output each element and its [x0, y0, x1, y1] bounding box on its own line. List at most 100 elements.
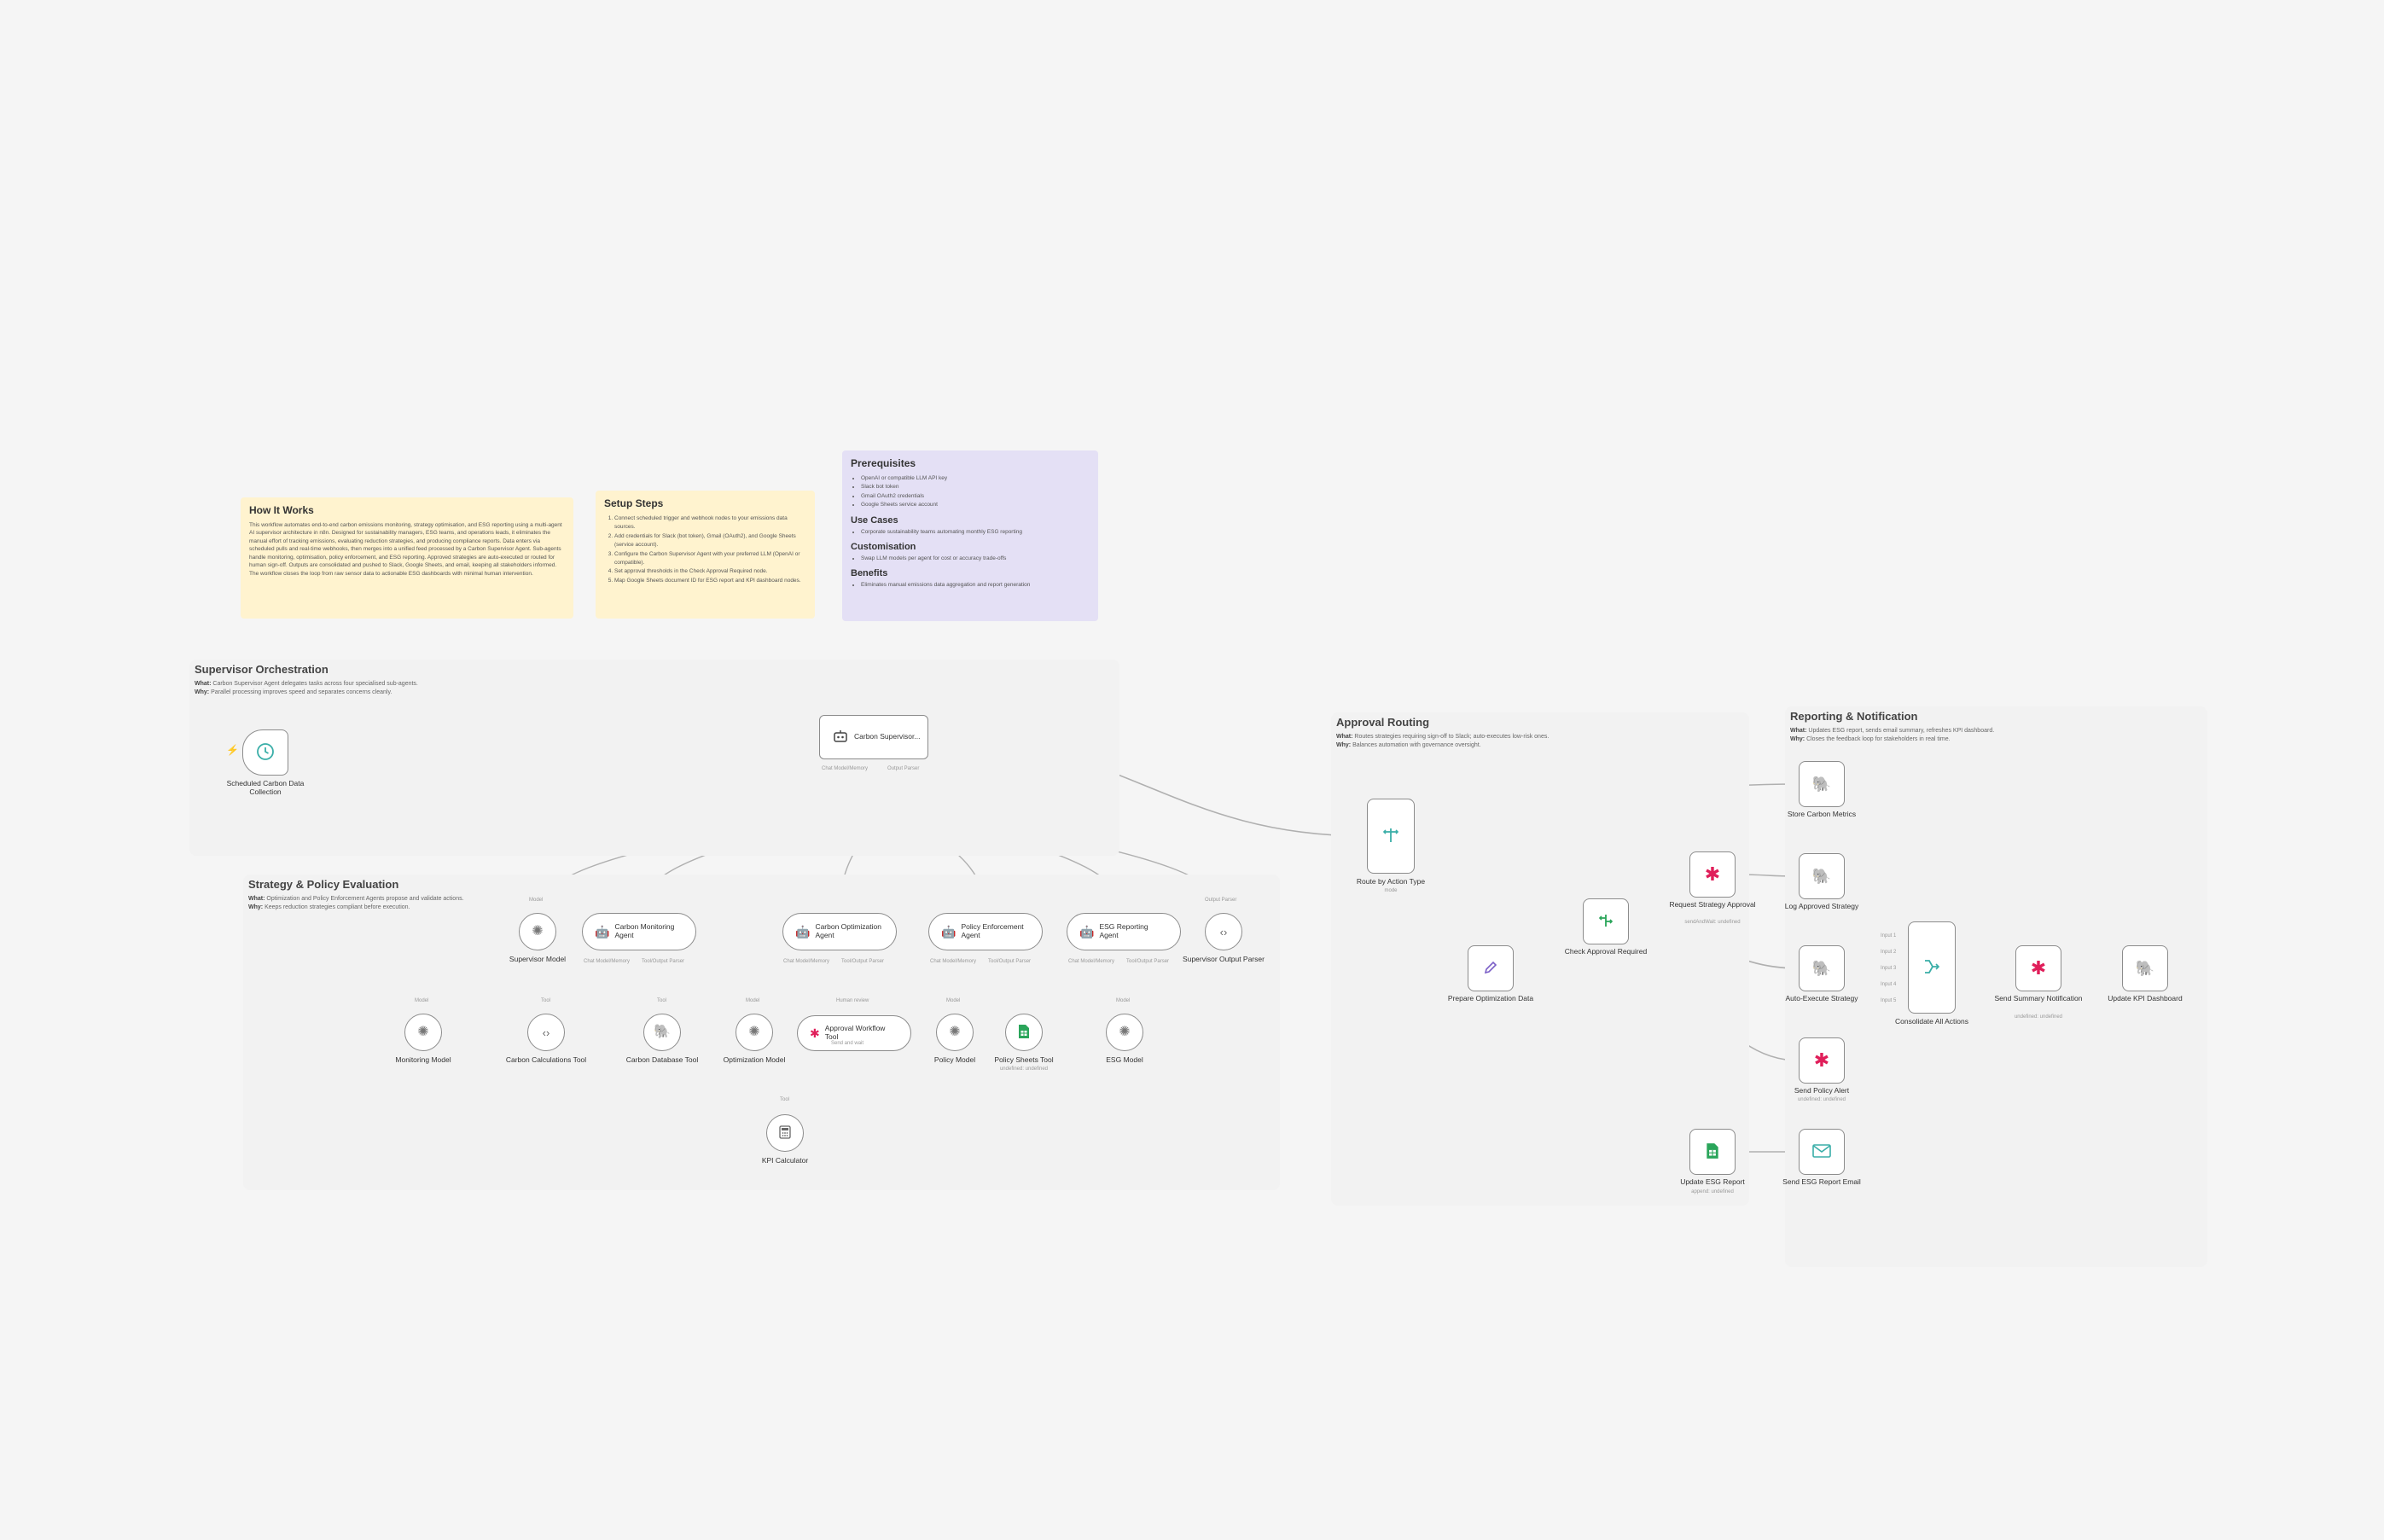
node-label: ESG Model — [1106, 1055, 1143, 1064]
node-title: Carbon Supervisor... — [854, 732, 921, 741]
node-send-policy-alert[interactable]: ✱ — [1799, 1037, 1845, 1084]
node-subtitle: undefined: undefined — [1797, 1097, 1846, 1102]
note-title: How It Works — [249, 504, 314, 516]
node-label: Consolidate All Actions — [1895, 1017, 1968, 1026]
node-label: Carbon Database Tool — [625, 1055, 699, 1064]
node-prepare-optimization-data[interactable] — [1468, 945, 1514, 991]
port-label: Model — [946, 998, 961, 1003]
node-label: Optimization Model — [723, 1055, 786, 1064]
node-carbon-calculations-tool[interactable]: ‹› — [527, 1014, 565, 1051]
port-label: Input 5 — [1881, 998, 1897, 1003]
port-label: Input 2 — [1881, 950, 1897, 955]
node-carbon-optimization-agent[interactable]: 🤖 Carbon Optimization Agent — [782, 913, 897, 950]
robot-icon: 🤖 — [795, 925, 811, 939]
note-how-it-works[interactable]: How It Works This workflow automates end… — [241, 497, 573, 619]
openai-icon: ✺ — [532, 924, 544, 939]
port-label: Output Parser — [887, 766, 920, 771]
port-label: Chat Model/Memory — [783, 959, 830, 964]
if-branch-icon — [1597, 912, 1614, 932]
node-policy-sheets-tool[interactable] — [1005, 1014, 1043, 1051]
node-send-esg-report-email[interactable] — [1799, 1129, 1845, 1175]
node-carbon-monitoring-agent[interactable]: 🤖 Carbon Monitoring Agent — [582, 913, 696, 950]
node-carbon-supervisor[interactable]: Carbon Supervisor... — [819, 715, 928, 759]
port-label: Tool/Output Parser — [642, 959, 685, 964]
section-what: Routes strategies requiring sign-off to … — [1354, 734, 1550, 740]
node-title: Carbon Monitoring Agent — [614, 922, 675, 939]
port-label: Input 4 — [1881, 982, 1897, 987]
node-scheduled-trigger[interactable] — [242, 729, 288, 776]
customisation-title: Customisation — [851, 541, 916, 552]
node-update-kpi-dashboard[interactable]: 🐘 — [2122, 945, 2168, 991]
node-log-approved-strategy[interactable]: 🐘 — [1799, 853, 1845, 899]
node-esg-model[interactable]: ✺ — [1106, 1014, 1143, 1051]
node-label: Supervisor Model — [509, 955, 567, 963]
node-supervisor-model[interactable]: ✺ — [519, 913, 556, 950]
node-request-strategy-approval[interactable]: ✱ — [1689, 851, 1736, 898]
robot-icon: 🤖 — [1079, 925, 1095, 939]
node-store-carbon-metrics[interactable]: 🐘 — [1799, 761, 1845, 807]
port-label: Tool — [780, 1097, 790, 1102]
node-label: Prepare Optimization Data — [1447, 994, 1534, 1002]
node-policy-enforcement-agent[interactable]: 🤖 Policy Enforcement Agent — [928, 913, 1043, 950]
node-label: Supervisor Output Parser — [1183, 955, 1265, 963]
node-label: Update KPI Dashboard — [2108, 994, 2183, 1002]
section-approval-routing: Approval Routing What: Routes strategies… — [1331, 712, 1749, 1206]
node-supervisor-output-parser[interactable]: ‹› — [1205, 913, 1242, 950]
node-optimization-model[interactable]: ✺ — [736, 1014, 773, 1051]
use-cases-title: Use Cases — [851, 514, 898, 526]
node-title: Carbon Optimization Agent — [815, 922, 881, 939]
port-label: Tool — [541, 998, 551, 1003]
node-monitoring-model[interactable]: ✺ — [404, 1014, 442, 1051]
note-prerequisites[interactable]: Prerequisites OpenAI or compatible LLM A… — [842, 450, 1098, 621]
node-label: Route by Action Type — [1356, 877, 1426, 886]
node-carbon-database-tool[interactable]: 🐘 — [643, 1014, 681, 1051]
node-auto-execute-strategy[interactable]: 🐘 — [1799, 945, 1845, 991]
node-label: Store Carbon Metrics — [1787, 810, 1857, 818]
section-what: Optimization and Policy Enforcement Agen… — [266, 896, 464, 902]
openai-icon: ✺ — [417, 1025, 429, 1039]
node-label: Carbon Calculations Tool — [505, 1055, 587, 1064]
note-setup-steps[interactable]: Setup Steps Connect scheduled trigger an… — [596, 491, 815, 619]
node-update-esg-report[interactable] — [1689, 1129, 1736, 1175]
section-title: Strategy & Policy Evaluation — [248, 878, 399, 891]
section-why: Balances automation with governance over… — [1352, 742, 1481, 748]
port-label: Chat Model/Memory — [584, 959, 631, 964]
node-label: Send ESG Report Email — [1782, 1177, 1861, 1186]
trigger-bolt-icon: ⚡ — [226, 744, 239, 756]
port-label: Input 3 — [1881, 966, 1897, 971]
port-label: Human review — [836, 998, 869, 1003]
openai-icon: ✺ — [748, 1025, 760, 1039]
section-title: Supervisor Orchestration — [195, 663, 329, 676]
port-label: Input 1 — [1881, 933, 1897, 939]
node-route-by-action-type[interactable] — [1367, 799, 1415, 874]
robot-icon: 🤖 — [595, 925, 610, 939]
port-label: Chat Model/Memory — [822, 766, 869, 771]
slack-icon: ✱ — [810, 1026, 820, 1040]
node-kpi-calculator[interactable] — [766, 1114, 804, 1152]
benefits-title: Benefits — [851, 568, 888, 579]
node-consolidate-all-actions[interactable] — [1908, 921, 1956, 1014]
node-label: Check Approval Required — [1564, 947, 1648, 956]
google-sheets-icon — [1706, 1142, 1719, 1162]
node-policy-model[interactable]: ✺ — [936, 1014, 974, 1051]
postgres-icon: 🐘 — [1811, 776, 1832, 793]
node-title: Approval Workflow Tool — [824, 1024, 886, 1041]
prereq-list: OpenAI or compatible LLM API key Slack b… — [851, 474, 1090, 510]
port-label: Tool/Output Parser — [841, 959, 885, 964]
node-subtitle: Send and wait — [831, 1041, 864, 1046]
node-check-approval-required[interactable] — [1583, 898, 1629, 944]
node-title: ESG Reporting Agent — [1099, 922, 1148, 939]
port-label: Model — [529, 898, 544, 903]
node-label: Request Strategy Approval — [1669, 900, 1756, 909]
node-label: Update ESG Report — [1680, 1177, 1745, 1186]
merge-icon — [1922, 957, 1941, 979]
node-subtitle: sendAndWait: undefined — [1684, 920, 1741, 925]
section-title: Approval Routing — [1336, 716, 1430, 729]
section-why: Parallel processing improves speed and s… — [211, 689, 392, 695]
node-esg-reporting-agent[interactable]: 🤖 ESG Reporting Agent — [1067, 913, 1181, 950]
node-send-summary-notification[interactable]: ✱ — [2015, 945, 2061, 991]
calculator-icon — [779, 1124, 791, 1142]
section-why: Keeps reduction strategies compliant bef… — [265, 904, 410, 910]
port-label: Model — [746, 998, 760, 1003]
code-brackets-icon: ‹› — [542, 1026, 550, 1039]
